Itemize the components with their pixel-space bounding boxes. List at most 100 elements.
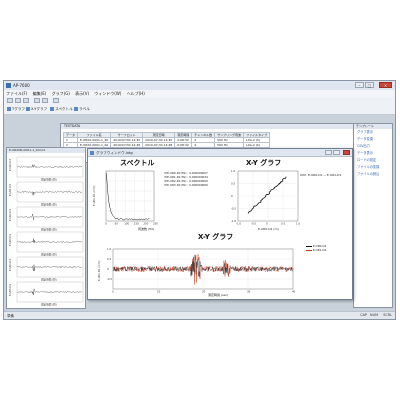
channel-ylabel: E-UR1-D1 (8, 184, 12, 196)
xy-ytick: 1.0 (231, 169, 235, 173)
table-cell: LXA-2 (S) (243, 142, 271, 148)
data-table: データ ファイル名 サーフロット 測定日時 測定時間 チャンネル数 サンプリング周波 ファイル… (62, 132, 271, 148)
graph-maximize-button[interactable] (333, 150, 340, 155)
channel-xlabel: 測定時間 (秒) (41, 228, 57, 232)
column-header[interactable]: サンプリング周波 (214, 132, 245, 138)
spectrum-frame (105, 170, 155, 222)
xygraph-button[interactable]: X-Yグラフ (26, 107, 47, 112)
spectrum-icon (50, 107, 54, 111)
side-link-file-read[interactable]: ファイルの読込 (354, 171, 392, 178)
xy-xtick: -0.5 (251, 222, 256, 226)
channel-ylabel: E-UR2-D1 (8, 209, 12, 221)
graph-close-button[interactable] (343, 150, 350, 155)
column-header[interactable]: ファイルタイプ (243, 132, 271, 138)
xy-xtick: 1.0 (296, 222, 300, 226)
spectrum-xtick: 250 (153, 222, 158, 226)
open-icon[interactable] (15, 98, 21, 103)
channel-ylabel: E-UR0-D1 (8, 159, 12, 171)
channel-ylabel: E-UR5-D1 (8, 284, 12, 296)
side-link-csv[interactable]: CSV出力 (354, 143, 392, 150)
time-xtick: 20 (202, 290, 206, 294)
tgraph-icon (7, 107, 11, 111)
xy-xtick: 0 (266, 222, 268, 226)
graph-window-icon (90, 150, 94, 155)
channel-plot-frame (16, 156, 84, 178)
time-xtick: 40 (292, 290, 296, 294)
print-icon[interactable] (53, 98, 59, 103)
status-scrl: SCRL (383, 313, 392, 317)
time-xtick: 30 (247, 290, 251, 294)
table-cell: 4 (191, 142, 216, 148)
menu-bar: ファイル(F) 編集(E) グラフ(G) 表示(V) ウィンドウ(W) ヘルプ(… (4, 90, 395, 97)
new-icon[interactable] (7, 98, 13, 103)
time-xtick: 0 (112, 290, 114, 294)
xy-ytick: -1.0 (231, 219, 236, 223)
minimize-button[interactable]: – (355, 82, 364, 88)
column-header[interactable]: チャンネル数 (191, 132, 216, 138)
channel-ylabel: E-UR3-D1 (8, 234, 12, 246)
status-num: NUM (370, 313, 378, 317)
xy-xtick: -1.0 (236, 222, 241, 226)
time-ylabel: E-UR0-D1 (mm) (97, 261, 101, 281)
app-window: AP-7600 – □ × ファイル(F) 編集(E) グラフ(G) 表示(V)… (3, 80, 396, 320)
label-button[interactable]: ラベル (74, 107, 90, 112)
side-link-convert[interactable]: データ変換 (354, 136, 392, 143)
xygraph-icon (26, 107, 30, 111)
save-icon[interactable] (23, 98, 29, 103)
side-link-file-convert[interactable]: ファイルの変換 (354, 164, 392, 171)
graph-toolbar: Tグラフ X-Yグラフ スペクトル ラベル (4, 105, 395, 115)
side-panel: テンプレート グラフ表示 データ変換 CSV出力 データ表示 ロードの設定 ファ… (353, 123, 393, 308)
xy-ytick: -0.5 (231, 207, 236, 211)
side-link-graph[interactable]: グラフ表示 (354, 129, 392, 136)
time-ytick: 0.5 (107, 257, 111, 261)
window-title: AP-7600 (13, 83, 30, 88)
channel-xlabel: 測定時間 (秒) (41, 178, 57, 182)
time-ytick: -0.5 (107, 277, 112, 281)
time-ytick: 0 (107, 267, 109, 271)
table-cell: 0:08:32 (174, 142, 193, 148)
copy-icon[interactable] (42, 98, 48, 103)
channel-ylabel: E-UR4-D1 (8, 259, 12, 271)
status-bar: 準備 CAP NUM SCRL (4, 311, 395, 319)
column-header[interactable]: 測定時間 (174, 132, 193, 138)
cut-icon[interactable] (34, 98, 40, 103)
table-cell: 2010-07-30 14:38 (142, 142, 176, 148)
graph-window[interactable]: グラフウィンドウ.lxtg スペクトル X-Y グラフ (f)E-UR0-D1(… (87, 148, 353, 300)
tgraph-button[interactable]: Tグラフ (7, 107, 25, 112)
table-cell: 2010/07/30 14:30 (110, 137, 144, 143)
table-row[interactable]: 2 E-URX0-0001-1_S0 2010/07/30 14:36 2010-07… (62, 142, 271, 148)
table-cell: 2010/07/30 14:36 (110, 142, 144, 148)
channel-xlabel: 測定時間 (秒) (41, 203, 57, 207)
spectrum-xtick: 0 (105, 222, 107, 226)
graph-minimize-button[interactable] (325, 150, 332, 155)
xy-ytick: 0.5 (231, 182, 235, 186)
spectrum-ylabel: E-UR0-D1 (mm) (92, 186, 96, 206)
spectrum-xtick: 150 (134, 222, 139, 226)
spectrum-button[interactable]: スペクトル (50, 107, 73, 112)
graph-window-title: グラフウィンドウ.lxtg (96, 150, 133, 155)
status-cap: CAP (360, 313, 367, 317)
label-icon (74, 107, 78, 111)
time-ytick: 1.0 (107, 247, 111, 251)
time-xtick: 10 (157, 290, 161, 294)
time-series-window[interactable]: E-URXN0-0001-1_S0.lxd E-UR0-D1 測定時間 (秒) E-… (6, 147, 86, 309)
side-link-load[interactable]: ロードの設定 (354, 157, 392, 164)
channel-xlabel: 測定時間 (秒) (41, 253, 57, 257)
side-link-display[interactable]: データ表示 (354, 150, 392, 157)
graph-canvas: 0 50 100 150 200 250E-UR0-D1 (mm)-1.0 -0.5 0 0.5… (92, 169, 306, 294)
data-list-title: TESTDATA (61, 124, 389, 129)
channel-plots: E-UR0-D1 測定時間 (秒) E-UR1-D1 測定時間 (秒) E-UR2-D1… (8, 156, 84, 307)
spectrum-xtick: 100 (124, 222, 129, 226)
channel-plot-frame (16, 231, 84, 253)
channel-xlabel: 測定時間 (秒) (41, 303, 57, 307)
status-text: 準備 (7, 314, 14, 318)
mdi-workspace: TESTDATA データ ファイル名 サーフロット 測定日時 測定時間 チャンネル数 サンプ… (4, 115, 395, 312)
close-button[interactable]: × (379, 82, 392, 88)
table-cell: 2010-07-30 14:30 (142, 137, 176, 143)
xy-xtick: 0.5 (281, 222, 285, 226)
table-cell: 500 Hz (214, 142, 245, 148)
app-icon (6, 83, 11, 88)
channel-xlabel: 測定時間 (秒) (41, 278, 57, 282)
maximize-button[interactable]: □ (365, 82, 374, 88)
xy-ytick: 0 (231, 194, 233, 198)
